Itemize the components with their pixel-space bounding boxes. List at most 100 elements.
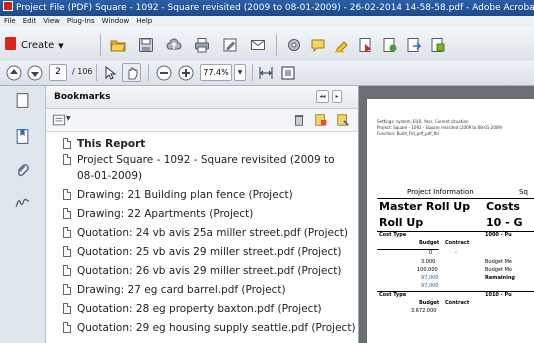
menu-plugins[interactable]: Plug-Ins bbox=[67, 17, 95, 25]
bookmark-page-icon bbox=[63, 265, 71, 276]
sign-document-icon[interactable] bbox=[382, 37, 398, 53]
budget-value: 100.000 bbox=[417, 267, 438, 273]
bookmark-page-icon bbox=[63, 322, 71, 333]
new-bookmark-icon[interactable] bbox=[314, 113, 328, 127]
collapse-panel-button[interactable]: ◂◂ bbox=[316, 90, 329, 103]
cost-code-header: 1010 - Pu bbox=[485, 292, 512, 298]
acrobat-app-icon bbox=[3, 1, 13, 11]
settings-line: Project: Square - 1092 - Square revisite… bbox=[377, 125, 503, 130]
attachments-icon[interactable] bbox=[14, 162, 31, 179]
highlight-icon[interactable] bbox=[334, 37, 350, 53]
email-icon[interactable] bbox=[250, 37, 266, 53]
export-document-icon[interactable] bbox=[406, 37, 422, 53]
select-cursor-icon[interactable] bbox=[103, 65, 119, 81]
gear-icon[interactable] bbox=[286, 37, 302, 53]
page-total: / 106 bbox=[72, 67, 93, 76]
settings-line: Function: Build_Fld_pdf_pdf_tbl bbox=[377, 131, 439, 136]
create-pdf-icon bbox=[5, 37, 16, 50]
costs-label: Costs bbox=[486, 200, 520, 213]
certify-icon[interactable] bbox=[430, 37, 446, 53]
row-label: Budget Me bbox=[485, 259, 512, 265]
navigation-toolbar: 2 / 106 77.4% ▼ bbox=[0, 61, 534, 86]
row-label: Remaining bbox=[485, 275, 515, 281]
hand-icon bbox=[128, 67, 138, 80]
contract-value: - bbox=[455, 250, 457, 256]
contract-header: Contract bbox=[445, 300, 470, 306]
document-view[interactable]: Settings: system, EUR, Year, Current sit… bbox=[359, 86, 534, 343]
bookmark-page-icon bbox=[63, 227, 71, 238]
print-icon[interactable] bbox=[194, 37, 210, 53]
row-label: Budget Mo bbox=[485, 267, 512, 273]
pdf-page: Settings: system, EUR, Year, Current sit… bbox=[367, 99, 534, 343]
create-button[interactable]: Create ▼ bbox=[5, 37, 95, 54]
budget-header: Budget bbox=[419, 300, 440, 306]
sq-heading: Sq bbox=[519, 188, 528, 196]
expand-bookmark-icon[interactable] bbox=[336, 113, 350, 127]
zoom-input[interactable]: 77.4% bbox=[200, 64, 232, 81]
menu-view[interactable]: View bbox=[43, 17, 60, 25]
hand-tool-button[interactable] bbox=[122, 63, 141, 82]
open-folder-icon[interactable] bbox=[110, 37, 126, 53]
ten-g-label: 10 - G bbox=[486, 216, 523, 229]
chevron-down-icon: ▼ bbox=[66, 115, 71, 122]
cost-code-header: 1000 - Pu bbox=[485, 232, 512, 238]
menu-help[interactable]: Help bbox=[136, 17, 152, 25]
page-thumbnails-icon[interactable] bbox=[14, 92, 31, 109]
budget-value: 3.000 bbox=[421, 259, 436, 265]
menu-window[interactable]: Window bbox=[102, 17, 130, 25]
bookmarks-title: Bookmarks bbox=[54, 92, 111, 102]
roll-up-label: Roll Up bbox=[379, 216, 424, 229]
bookmark-page-icon bbox=[63, 303, 71, 314]
zoom-in-icon[interactable] bbox=[178, 65, 194, 81]
budget-value: 97.000 bbox=[421, 283, 439, 289]
panel-options-button[interactable]: ▸ bbox=[332, 90, 342, 103]
project-information-heading: Project Information bbox=[407, 188, 474, 196]
next-page-icon[interactable] bbox=[27, 65, 43, 81]
save-icon[interactable] bbox=[138, 37, 154, 53]
delete-bookmark-icon[interactable] bbox=[292, 113, 306, 127]
combine-files-icon[interactable] bbox=[358, 37, 374, 53]
toolbar-divider bbox=[276, 34, 277, 56]
bookmark-page-icon bbox=[63, 284, 71, 295]
chevron-down-icon: ▼ bbox=[58, 42, 64, 50]
zoom-out-icon[interactable] bbox=[156, 65, 172, 81]
bookmark-list: This Report Project Square - 1092 - Squa… bbox=[46, 132, 358, 343]
budget-value: 0 bbox=[429, 250, 433, 256]
budget-value: 97.000 bbox=[421, 275, 439, 281]
rule bbox=[377, 198, 534, 199]
budget-header: Budget bbox=[419, 240, 440, 246]
bookmarks-icon[interactable] bbox=[14, 128, 31, 145]
toolbar-divider bbox=[148, 64, 149, 81]
previous-page-icon[interactable] bbox=[6, 65, 22, 81]
page-number-input[interactable]: 2 bbox=[49, 64, 67, 81]
bookmark-page-icon bbox=[63, 189, 71, 200]
bookmark-page-icon bbox=[63, 138, 71, 149]
bookmark-page-icon bbox=[63, 208, 71, 219]
comment-icon[interactable] bbox=[310, 37, 326, 53]
toolbar-divider bbox=[252, 64, 253, 81]
zoom-dropdown[interactable]: ▼ bbox=[234, 64, 246, 81]
menu-file[interactable]: File bbox=[4, 17, 16, 25]
double-chevron-left-icon: ◂◂ bbox=[319, 93, 326, 100]
bookmark-page-icon bbox=[63, 154, 71, 165]
edit-document-icon[interactable] bbox=[222, 37, 238, 53]
bookmarks-panel: Bookmarks ◂◂ ▸ ▼ This Report Project Squ… bbox=[46, 86, 359, 343]
menu-edit[interactable]: Edit bbox=[23, 17, 37, 25]
bookmark-page-icon bbox=[63, 246, 71, 257]
fit-page-icon[interactable] bbox=[280, 65, 296, 81]
window-title: Project File (PDF) Square - 1092 - Squar… bbox=[16, 3, 534, 13]
fit-width-icon[interactable] bbox=[258, 65, 274, 81]
cloud-upload-icon[interactable] bbox=[166, 37, 182, 53]
chevron-right-icon: ▸ bbox=[335, 93, 339, 100]
signatures-icon[interactable] bbox=[14, 194, 31, 211]
options-menu-icon[interactable] bbox=[52, 113, 66, 127]
cost-type-header: Cost Type bbox=[379, 292, 407, 298]
menu-bar: File Edit View Plug-Ins Window Help bbox=[0, 16, 534, 27]
title-bar: Project File (PDF) Square - 1092 - Squar… bbox=[0, 0, 534, 16]
bookmarks-header: Bookmarks ◂◂ ▸ bbox=[46, 86, 358, 109]
cost-type-header: Cost Type bbox=[379, 232, 407, 238]
toolbar-divider bbox=[100, 34, 101, 56]
toolbar-divider bbox=[96, 64, 97, 81]
bookmarks-toolbar: ▼ bbox=[46, 109, 358, 132]
contract-header: Contract bbox=[445, 240, 470, 246]
